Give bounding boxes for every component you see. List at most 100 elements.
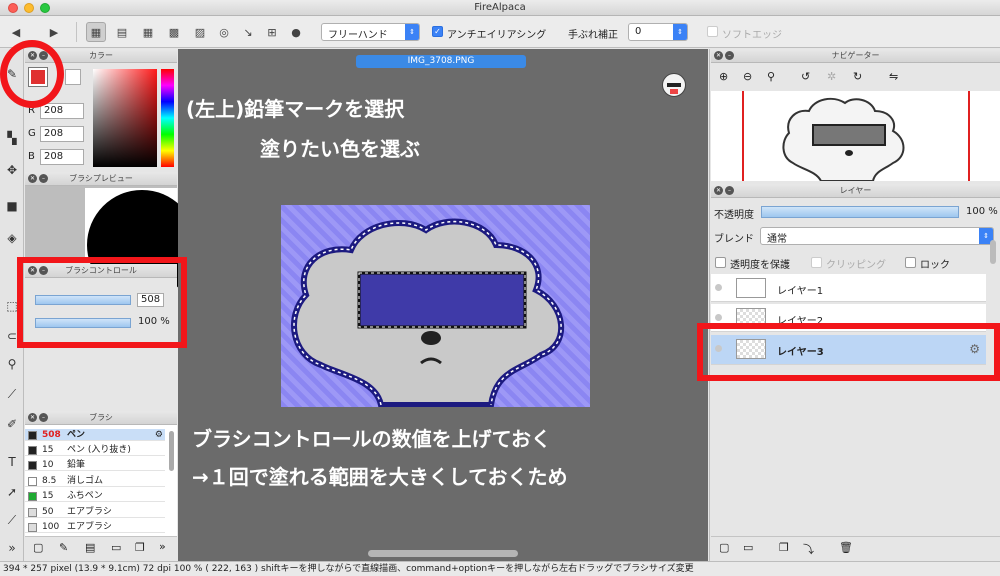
eraser-icon[interactable]: ■ [3, 197, 21, 215]
close-icon[interactable]: ✕ [714, 186, 723, 195]
brush-list-scrollbar[interactable] [169, 431, 174, 471]
minimize-icon[interactable]: – [39, 174, 48, 183]
prev-icon[interactable]: ◀ [6, 22, 26, 42]
layer-opacity-value: 100 % [966, 206, 998, 217]
gear-icon[interactable]: ⚙ [155, 429, 163, 441]
operation-icon[interactable]: ➚ [3, 483, 21, 501]
stabilizer-select[interactable]: 0 ⇕ [628, 23, 688, 41]
rotate-right-icon[interactable]: ↻ [853, 70, 862, 83]
folder-icon[interactable]: ▭ [111, 541, 121, 554]
transparent-color-swatch[interactable] [65, 69, 81, 85]
snap-diagonal-icon[interactable]: ▨ [190, 22, 210, 42]
brush-item[interactable]: 8.5 消しゴム [25, 475, 165, 487]
snap-vanishing-icon[interactable]: ⊞ [262, 22, 282, 42]
lock-checkbox[interactable] [905, 257, 916, 268]
navigator-toolbar: ⊕ ⊖ ⚲ ↺ ✲ ↻ ⇋ [711, 64, 1000, 90]
move-icon[interactable]: ✥ [3, 161, 21, 179]
snap-grid-icon[interactable]: ▦ [138, 22, 158, 42]
brush-preview-header: ✕ – ブラシプレビュー [25, 172, 177, 186]
layer-list-scrollbar[interactable] [990, 240, 996, 264]
brush-item[interactable]: 50 エアブラシ [25, 506, 165, 518]
trash-icon[interactable]: 🗑 [839, 541, 853, 554]
snap-point-icon[interactable]: ● [286, 22, 306, 42]
snap-crisscross-icon[interactable]: ▩ [164, 22, 184, 42]
text-icon[interactable]: T [3, 453, 21, 471]
poodle-drawing [291, 218, 565, 407]
color-saturation-field[interactable] [93, 69, 157, 167]
brush-settings-icon[interactable]: ▤ [85, 541, 95, 554]
visibility-icon[interactable] [715, 284, 722, 291]
navigator-preview[interactable] [711, 91, 1000, 181]
dot-brush-icon[interactable]: ▚ [3, 129, 21, 147]
canvas-horizontal-scrollbar[interactable] [368, 550, 518, 557]
artwork-image [281, 205, 590, 407]
edit-brush-icon[interactable]: ✎ [59, 541, 68, 554]
instruction-line-4: →１回で塗れる範囲を大きくしておくため [192, 465, 568, 489]
b-row: B 208 [28, 149, 84, 165]
snap-circle-icon[interactable]: ◎ [214, 22, 234, 42]
soft-edge-checkbox[interactable] [707, 26, 718, 37]
zoom-fit-icon[interactable]: ⚲ [767, 70, 775, 83]
select-pen-icon[interactable]: ✐ [3, 415, 21, 433]
more-icon[interactable]: » [159, 540, 166, 553]
expand-icon[interactable]: » [3, 539, 21, 557]
brush-panel-header: ✕ – ブラシ [25, 411, 177, 425]
brush-list: 508 ペン ⚙ 15 ペン (入り抜き) 10 鉛筆 8.5 消しゴム 15 … [25, 425, 177, 536]
snap-parallel-icon[interactable]: ▤ [112, 22, 132, 42]
instruction-line-3: ブラシコントロールの数値を上げておく [192, 427, 551, 451]
document-tab[interactable]: IMG_3708.PNG [356, 55, 526, 68]
navigator-header: ✕ – ナビゲーター [711, 49, 1000, 63]
brush-item[interactable]: 15 ペン (入り抜き) [25, 444, 165, 456]
reset-rotation-icon[interactable]: ✲ [827, 70, 836, 83]
brush-mode-select[interactable]: フリーハンド ⇕ [321, 23, 420, 41]
canvas-area[interactable]: IMG_3708.PNG (左上)鉛筆マークを選択 塗りたい色を選ぶ ブラシコン… [178, 49, 708, 561]
brush-item[interactable]: 100 エアブラシ [25, 521, 165, 533]
bucket-icon[interactable]: ◈ [3, 229, 21, 247]
zoom-out-icon[interactable]: ⊖ [743, 70, 752, 83]
minimize-icon[interactable]: – [39, 413, 48, 422]
status-bar: 394 * 257 pixel (13.9 * 9.1cm) 72 dpi 10… [0, 561, 1000, 576]
brush-item[interactable]: 10 鉛筆 [25, 459, 165, 471]
flip-icon[interactable]: ⇋ [889, 70, 898, 83]
blend-mode-select[interactable]: 通常 ⇕ [760, 227, 994, 245]
b-input[interactable]: 208 [40, 149, 84, 165]
layer-panel-title: レイヤー [839, 186, 872, 195]
visibility-icon[interactable] [715, 314, 722, 321]
minimize-icon[interactable]: – [725, 51, 734, 60]
chevron-down-icon: ⇕ [405, 24, 419, 40]
clipping-checkbox[interactable] [811, 257, 822, 268]
rotate-left-icon[interactable]: ↺ [801, 70, 810, 83]
eyedropper-icon[interactable]: ⟋ [3, 511, 21, 529]
layer-row[interactable]: レイヤー1 [711, 274, 986, 302]
new-brush-icon[interactable]: ▢ [33, 541, 43, 554]
new-layer-icon[interactable]: ▢ [719, 541, 729, 554]
zoom-icon[interactable]: ⚲ [3, 355, 21, 373]
hue-slider[interactable] [161, 69, 174, 167]
highlight-circle-pencil [0, 40, 64, 108]
window-title: FireAlpaca [474, 2, 526, 13]
r-input[interactable]: 208 [40, 103, 84, 119]
zoom-in-icon[interactable]: ⊕ [719, 70, 728, 83]
close-icon[interactable]: ✕ [28, 174, 37, 183]
duplicate-layer-icon[interactable]: ❐ [779, 541, 789, 554]
next-icon[interactable]: ▶ [44, 22, 64, 42]
brush-panel-title: ブラシ [89, 413, 113, 422]
snap-off-icon[interactable]: ▦ [86, 22, 106, 42]
close-icon[interactable]: ✕ [28, 413, 37, 422]
blend-label: ブレンド [714, 234, 754, 245]
merge-layer-icon[interactable]: ⤵ [803, 541, 814, 557]
g-input[interactable]: 208 [40, 126, 84, 142]
navigator-thumbnail [782, 97, 905, 181]
snap-curve-icon[interactable]: ↘ [238, 22, 258, 42]
duplicate-icon[interactable]: ❐ [135, 541, 145, 554]
new-folder-icon[interactable]: ▭ [743, 541, 753, 554]
blend-mode-value: 通常 [767, 234, 787, 245]
minimize-icon[interactable]: – [725, 186, 734, 195]
brush-item[interactable]: 508 ペン ⚙ [25, 429, 165, 441]
protect-alpha-checkbox[interactable] [715, 257, 726, 268]
antialias-checkbox[interactable]: ✓ [432, 26, 443, 37]
close-icon[interactable]: ✕ [714, 51, 723, 60]
magic-wand-icon[interactable]: ⟋ [3, 385, 21, 403]
brush-item[interactable]: 15 ふちペン [25, 490, 165, 502]
layer-opacity-slider[interactable] [761, 206, 959, 218]
